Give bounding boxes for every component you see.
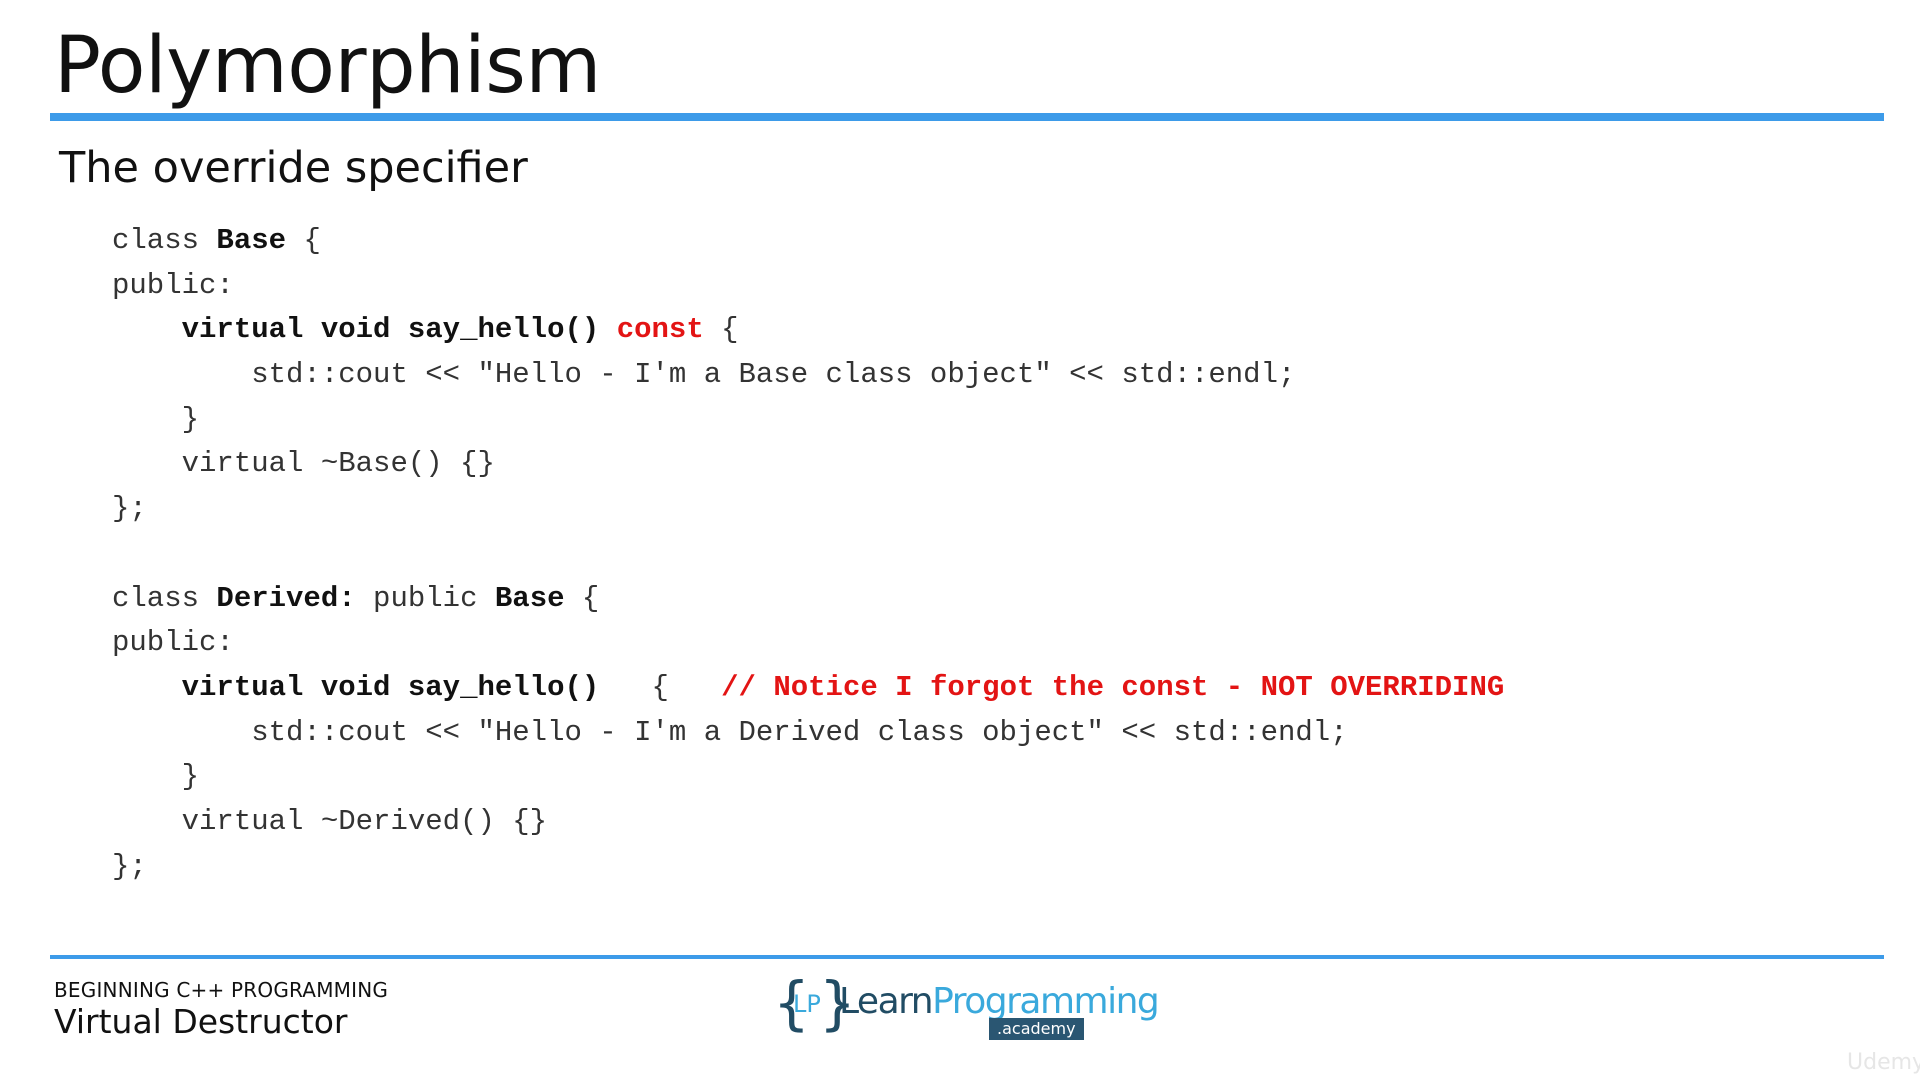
code-line: std::cout << "Hello - I'm a Derived clas… — [112, 711, 1504, 756]
code-text: public — [355, 581, 495, 615]
logo-academy-badge: .academy — [989, 1018, 1084, 1040]
code-text: { — [564, 581, 600, 615]
code-line: virtual ~Base() {} — [112, 442, 1504, 487]
code-text: std::cout << "Hello - I'm a Base class o… — [112, 358, 1296, 392]
code-line: virtual void say_hello() const { — [112, 308, 1504, 353]
code-text: } — [112, 402, 200, 436]
code-text: public: — [112, 268, 234, 302]
code-block: class Base { public: virtual void say_hel… — [112, 219, 1504, 889]
code-keyword: Base — [494, 581, 565, 615]
code-text: class — [112, 581, 217, 615]
code-keyword: Base — [216, 224, 287, 257]
lecture-title: Virtual Destructor — [54, 1002, 348, 1041]
code-text: }; — [112, 492, 147, 526]
learnprogramming-logo: { LP } LearnProgramming .academy — [773, 974, 1160, 1042]
code-text: } — [112, 760, 200, 794]
footer-divider — [50, 955, 1884, 959]
code-line: }; — [112, 487, 1504, 532]
code-text: virtual ~Base() {} — [112, 447, 495, 481]
code-line: } — [112, 755, 1504, 800]
code-text: public: — [112, 626, 234, 660]
code-keyword: virtual void say_hello() — [181, 670, 600, 704]
udemy-watermark: Udemy — [1847, 1050, 1920, 1075]
logo-lp-mark: LP — [793, 990, 821, 1018]
code-keyword: virtual void say_hello() — [181, 313, 600, 347]
logo-learn-text: Learn — [839, 981, 934, 1022]
code-line: public: — [112, 621, 1504, 666]
code-highlight: const — [616, 313, 704, 347]
slide-subtitle: The override specifier — [59, 143, 528, 193]
code-text: std::cout << "Hello - I'm a Derived clas… — [112, 715, 1348, 749]
code-text: { — [703, 313, 739, 347]
course-name: BEGINNING C++ PROGRAMMING — [54, 978, 389, 1002]
code-text: }; — [112, 849, 147, 883]
code-highlight: // Notice I forgot the const - NOT OVERR… — [721, 670, 1505, 704]
code-text: { — [599, 670, 722, 704]
code-line: virtual ~Derived() {} — [112, 800, 1504, 845]
code-text: { — [286, 224, 321, 257]
slide-title: Polymorphism — [54, 21, 601, 111]
code-text: class — [112, 224, 217, 257]
code-text: virtual ~Derived() {} — [112, 804, 548, 838]
logo-wordmark: LearnProgramming — [839, 981, 1160, 1022]
title-divider — [50, 113, 1884, 121]
code-keyword: Derived: — [216, 581, 356, 615]
code-line: class Base { — [112, 219, 1504, 264]
code-line: class Derived: public Base { — [112, 577, 1504, 622]
code-line: virtual void say_hello() { // Notice I f… — [112, 666, 1505, 711]
code-line: } — [112, 398, 1504, 443]
code-line: public: — [112, 264, 1504, 309]
code-line: std::cout << "Hello - I'm a Base class o… — [112, 353, 1504, 398]
logo-programming-text: Programming — [932, 981, 1160, 1022]
code-line: }; — [112, 845, 1504, 890]
